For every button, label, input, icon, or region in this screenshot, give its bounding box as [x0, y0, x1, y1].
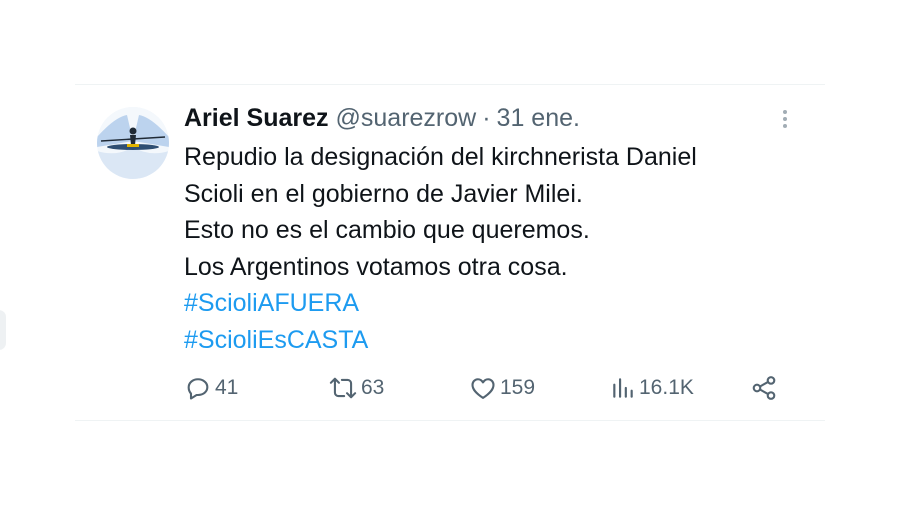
hashtag-link[interactable]: #ScioliAFUERA	[184, 289, 359, 317]
reply-count: 41	[215, 376, 239, 399]
reply-button[interactable]: 41	[184, 373, 238, 403]
tweet-line: Esto no es el cambio que queremos.	[184, 216, 590, 244]
author-name[interactable]: Ariel Suarez	[184, 103, 329, 133]
retweet-button[interactable]: 63	[328, 373, 384, 403]
tweet-line: Repudio la designación del kirchnerista …	[184, 143, 697, 171]
header-separator: ·	[482, 104, 491, 132]
avatar[interactable]	[97, 107, 169, 179]
tweet-header: Ariel Suarez @suarezrow · 31 ene.	[184, 103, 580, 133]
tweet-card[interactable]: Ariel Suarez @suarezrow · 31 ene. Repudi…	[75, 84, 825, 421]
share-button[interactable]	[750, 373, 778, 403]
hashtag-link[interactable]: #ScioliEsCASTA	[184, 326, 368, 354]
reply-icon	[184, 374, 212, 402]
views-chart-icon	[610, 374, 636, 402]
retweet-icon	[328, 374, 358, 402]
share-icon	[750, 374, 778, 402]
tweet-line: Los Argentinos votamos otra cosa.	[184, 252, 568, 281]
tweet-text: Repudio la designación del kirchnerista …	[184, 139, 804, 358]
retweet-count: 63	[361, 376, 385, 399]
views-count: 16.1K	[639, 376, 694, 399]
heart-icon	[469, 374, 497, 402]
views-button[interactable]: 16.1K	[610, 373, 694, 403]
like-count: 159	[500, 376, 536, 399]
left-edge-decoration	[0, 310, 6, 350]
like-button[interactable]: 159	[469, 373, 535, 403]
tweet-date[interactable]: 31 ene.	[497, 103, 580, 133]
author-handle[interactable]: @suarezrow	[336, 103, 477, 133]
tweet-line: Scioli en el gobierno de Javier Milei.	[184, 179, 583, 208]
action-bar: 41 63 159 16.1K	[184, 373, 784, 403]
more-vertical-icon[interactable]	[773, 105, 797, 133]
